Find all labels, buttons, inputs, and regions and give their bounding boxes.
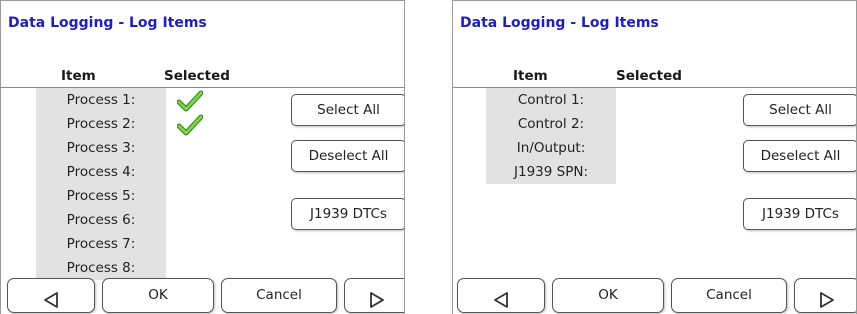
cancel-button[interactable]: Cancel: [221, 278, 337, 313]
checkmark-icon: [177, 90, 203, 112]
header-item: Item: [61, 68, 96, 84]
screen-title: Data Logging - Log Items: [8, 15, 207, 31]
list-item-in-output[interactable]: In/Output:: [486, 136, 616, 160]
right-triangle-icon: [820, 291, 834, 308]
next-button[interactable]: [794, 278, 856, 313]
items-list: Process 1: Process 2: Process 3: Process…: [36, 88, 166, 280]
header-selected: Selected: [164, 68, 230, 84]
list-item-process-2[interactable]: Process 2:: [36, 112, 166, 136]
screen-title: Data Logging - Log Items: [460, 15, 659, 31]
right-triangle-icon: [370, 291, 384, 308]
checkmark-icon: [177, 114, 203, 136]
j1939-dtcs-button[interactable]: J1939 DTCs: [743, 198, 856, 230]
list-item-process-4[interactable]: Process 4:: [36, 160, 166, 184]
list-item-j1939-spn[interactable]: J1939 SPN:: [486, 160, 616, 184]
previous-button[interactable]: [457, 278, 545, 313]
deselect-all-button[interactable]: Deselect All: [743, 140, 856, 172]
list-item-control-1[interactable]: Control 1:: [486, 88, 616, 112]
log-items-screen-1: Data Logging - Log Items Item Selected P…: [0, 0, 405, 314]
ok-button[interactable]: OK: [552, 278, 664, 313]
select-all-button[interactable]: Select All: [291, 94, 404, 126]
list-item-process-6[interactable]: Process 6:: [36, 208, 166, 232]
j1939-dtcs-button[interactable]: J1939 DTCs: [291, 198, 404, 230]
list-item-process-8[interactable]: Process 8:: [36, 256, 166, 280]
left-triangle-icon: [494, 291, 508, 308]
left-triangle-icon: [44, 291, 58, 308]
log-items-screen-2: Data Logging - Log Items Item Selected C…: [452, 0, 857, 314]
list-item-process-5[interactable]: Process 5:: [36, 184, 166, 208]
next-button[interactable]: [344, 278, 404, 313]
items-list: Control 1: Control 2: In/Output: J1939 S…: [486, 88, 616, 184]
list-item-process-3[interactable]: Process 3:: [36, 136, 166, 160]
cancel-button[interactable]: Cancel: [671, 278, 787, 313]
deselect-all-button[interactable]: Deselect All: [291, 140, 404, 172]
list-item-process-7[interactable]: Process 7:: [36, 232, 166, 256]
select-all-button[interactable]: Select All: [743, 94, 856, 126]
header-item: Item: [513, 68, 548, 84]
previous-button[interactable]: [7, 278, 95, 313]
ok-button[interactable]: OK: [102, 278, 214, 313]
list-item-process-1[interactable]: Process 1:: [36, 88, 166, 112]
list-item-control-2[interactable]: Control 2:: [486, 112, 616, 136]
header-selected: Selected: [616, 68, 682, 84]
